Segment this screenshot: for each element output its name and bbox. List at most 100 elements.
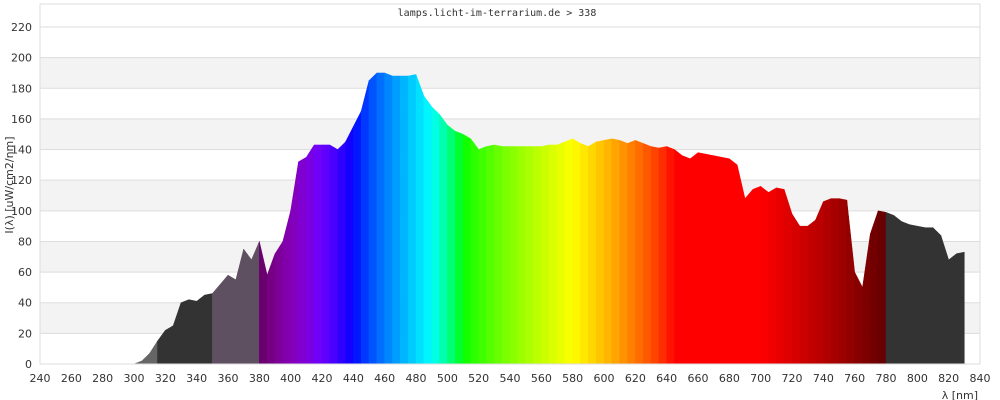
spectrum-segment [306,144,315,365]
x-tick-label: 480 [406,372,427,385]
spectrum-segment [799,225,808,365]
spectrum-segment [431,106,440,365]
spectrum-segment [329,144,338,365]
spectrum-segment [360,80,370,365]
spectrum-segment [509,146,519,365]
spectrum-segment [917,225,926,365]
x-tick-label: 380 [249,372,270,385]
x-tick-label: 440 [343,372,364,385]
y-tick-label: 160 [11,113,32,126]
spectrum-segment [470,138,479,365]
spectrum-segment [219,274,229,365]
spectrum-segment [204,293,213,365]
spectrum-segment [149,340,158,365]
spectrum-segment [227,274,237,365]
x-tick-label: 740 [813,372,834,385]
spectrum-segment [251,241,260,365]
spectrum-segment [313,144,323,365]
x-axis-label: λ [nm] [942,389,978,400]
spectrum-segment [501,146,511,365]
x-tick-label: 360 [218,372,239,385]
spectrum-segment [619,139,628,365]
x-tick-label: 320 [155,372,176,385]
spectrum-segment [948,253,957,365]
spectrum-segment [415,74,425,365]
spectrum-segment [705,153,714,365]
spectrum-segment [729,158,738,365]
y-tick-label: 200 [11,52,32,65]
spectrum-segment [243,248,252,365]
spectrum-segment [658,146,667,365]
x-tick-label: 560 [531,372,552,385]
x-tick-label: 240 [30,372,51,385]
x-tick-label: 400 [280,372,301,385]
spectrum-segment [439,113,448,365]
spectrum-segment [682,155,691,365]
spectrum-segment [721,156,730,365]
spectrum-segment [877,210,887,365]
spectrum-segment [901,221,910,365]
spectrum-segment [282,210,291,365]
spectrum-segment [541,144,550,365]
spectrum-segment [807,219,816,365]
x-tick-label: 500 [437,372,458,385]
x-tick-label: 780 [876,372,897,385]
spectrum-segment [909,224,918,365]
spectrum-segment [650,146,660,365]
spectrum-segment [353,111,362,365]
spectrum-segment [423,95,432,365]
spectrum-segment [517,146,526,365]
y-tick-label: 80 [18,235,32,248]
spectrum-segment [454,130,464,365]
spectrum-segment [674,149,683,365]
spectrum-segment [478,146,487,365]
x-tick-label: 260 [61,372,82,385]
spectrum-segment [486,144,495,365]
spectrum-segment [752,185,761,365]
spectrum-segment [212,283,221,365]
x-tick-label: 800 [907,372,928,385]
spectrum-segment [180,299,190,365]
spectrum-segment [642,143,652,365]
y-tick-label: 20 [18,327,32,340]
spectrum-segment [165,325,174,365]
x-tick-label: 540 [500,372,521,385]
spectrum-segment [392,75,401,365]
spectrum-segment [666,146,675,365]
chart-title: lamps.licht-im-terrarium.de > 338 [398,8,597,19]
spectrum-chart: 240 260 280 300 320 340 360 380 400 420 440 460 480 5… [0,0,1000,400]
spectrum-segment [736,164,746,365]
x-tick-label: 680 [719,372,740,385]
spectrum-segment [157,329,166,365]
spectrum-segment [823,198,832,365]
spectrum-area [133,72,965,365]
x-tick-label: 600 [594,372,615,385]
x-tick-label: 720 [782,372,803,385]
x-tick-label: 460 [374,372,395,385]
spectrum-segment [274,240,284,365]
spectrum-segment [525,146,534,365]
spectrum-segment [400,75,409,365]
spectrum-segment [345,126,354,365]
spectrum-segment [697,152,707,365]
y-tick-label: 60 [18,266,32,279]
spectrum-segment [588,141,597,365]
spectrum-segment [885,211,895,365]
x-tick-label: 520 [468,372,489,385]
spectrum-segment [196,294,205,365]
spectrum-segment [447,124,456,365]
spectrum-segment [494,144,503,365]
spectrum-segment [376,72,385,365]
spectrum-segment [830,198,840,365]
y-axis-label: I(λ) [uW/cm2/nm] [3,136,16,233]
x-tick-label: 620 [625,372,646,385]
chart-svg: 240 260 280 300 320 340 360 380 400 420 440 460 480 5… [3,3,991,400]
spectrum-segment [768,187,777,365]
spectrum-segment [462,133,472,365]
spectrum-segment [595,140,605,365]
spectrum-segment [407,74,417,365]
spectrum-segment [846,200,855,365]
x-tick-label: 300 [124,372,145,385]
spectrum-segment [337,141,346,365]
x-tick-label: 280 [92,372,113,385]
